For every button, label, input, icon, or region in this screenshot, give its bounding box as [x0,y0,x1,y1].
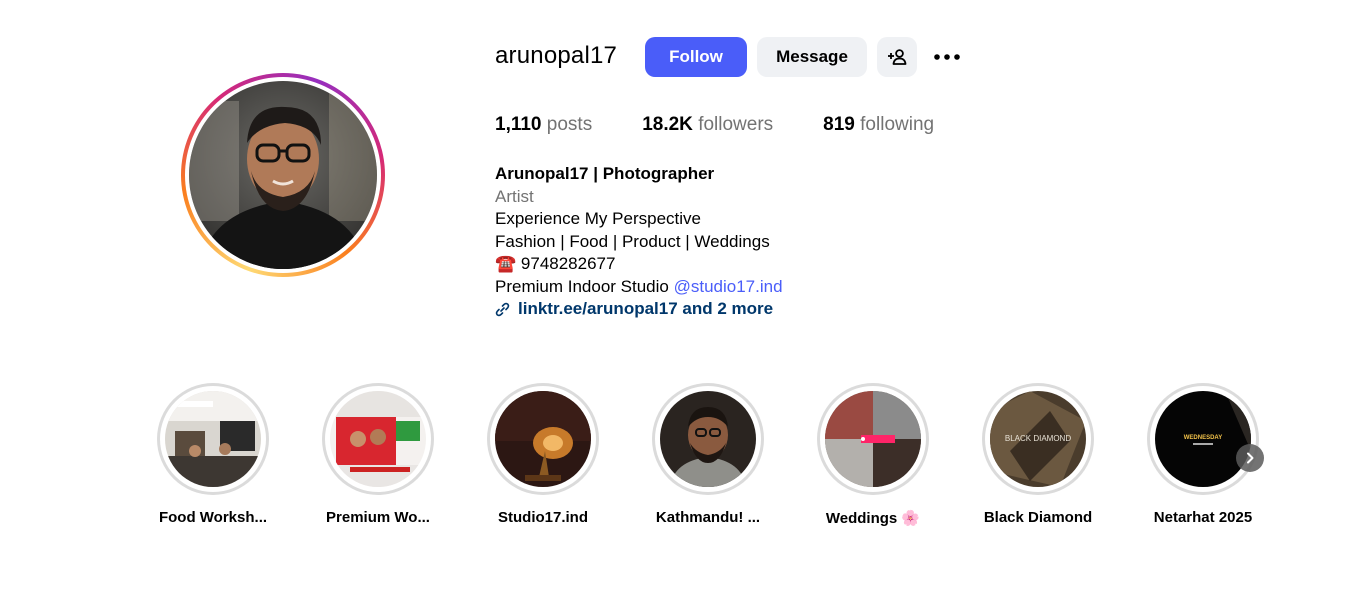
bio-studio: Premium Indoor Studio @studio17.ind [495,276,783,299]
link-text: linktr.ee/arunopal17 and 2 more [518,299,774,318]
highlight-thumbnail: WEDNESDAY [1155,391,1251,487]
highlight-item[interactable]: Food Worksh... [157,383,269,527]
highlight-item[interactable]: Kathmandu! ... [652,383,764,527]
full-name: Arunopal17 | Photographer [495,164,715,183]
chevron-right-icon [1247,452,1254,464]
highlight-label: Food Worksh... [158,509,268,526]
black-diamond-text: BLACK DIAMOND [1005,434,1071,443]
highlight-item[interactable]: Weddings 🌸 [817,383,929,527]
studio-prefix: Premium Indoor Studio [495,276,669,296]
highlight-label: Premium Wo... [326,509,430,526]
message-button[interactable]: Message [757,37,867,77]
highlight-thumbnail [660,391,756,487]
highlight-item[interactable]: Studio17.ind [487,383,599,527]
highlight-label: Weddings 🌸 [825,510,921,527]
suggested-accounts-button[interactable] [877,37,917,77]
following-link[interactable]: 819 following [823,114,934,136]
bio-line: Experience My Perspective [495,209,701,228]
highlight-thumbnail [165,391,261,487]
highlight-label: Studio17.ind [498,509,588,526]
followers-link[interactable]: 18.2K followers [642,114,773,136]
highlight-thumbnail [495,391,591,487]
profile-bio: Arunopal17 | Photographer Artist Experie… [495,163,783,321]
highlight-item[interactable]: Premium Wo... [322,383,434,527]
following-label: following [860,114,935,135]
story-highlights: Food Worksh... Premium Wo... Studio17.in… [157,383,1312,527]
following-value: 819 [823,114,855,135]
profile-avatar[interactable] [181,73,385,277]
phone-number: 9748282677 [520,254,616,273]
add-person-icon [888,49,907,65]
posts-value: 1,110 [495,114,542,135]
profile-stats: 1,110 posts 18.2K followers 819 followin… [495,114,984,136]
followers-label: followers [698,114,774,135]
link-icon [495,302,510,316]
posts-count: 1,110 posts [495,114,592,136]
follow-button[interactable]: Follow [645,37,747,77]
more-options-icon [934,54,960,60]
highlight-thumbnail [330,391,426,487]
highlight-item[interactable]: BLACK DIAMOND Black Diamond [982,383,1094,527]
highlight-label: Netarhat 2025 [1153,509,1253,526]
telephone-icon: ☎️ [495,254,517,273]
followers-value: 18.2K [642,114,693,135]
highlights-next-button[interactable] [1236,444,1264,472]
studio-mention-link[interactable]: @studio17.ind [674,277,783,296]
bio-line: Fashion | Food | Product | Weddings [495,231,770,251]
bio-phone: ☎️ 9748282677 [495,253,783,276]
highlight-thumbnail: BLACK DIAMOND [990,391,1086,487]
external-link[interactable]: linktr.ee/arunopal17 and 2 more [495,298,783,321]
highlight-label: Black Diamond [983,509,1093,526]
highlight-label: Kathmandu! ... [655,509,761,526]
netarhat-text: WEDNESDAY [1184,435,1222,441]
more-options-button[interactable] [928,37,966,77]
profile-username: arunopal17 [495,42,618,69]
highlight-thumbnail [825,391,921,487]
posts-label: posts [546,114,593,135]
profile-photo [189,81,377,269]
category-label: Artist [495,186,534,206]
